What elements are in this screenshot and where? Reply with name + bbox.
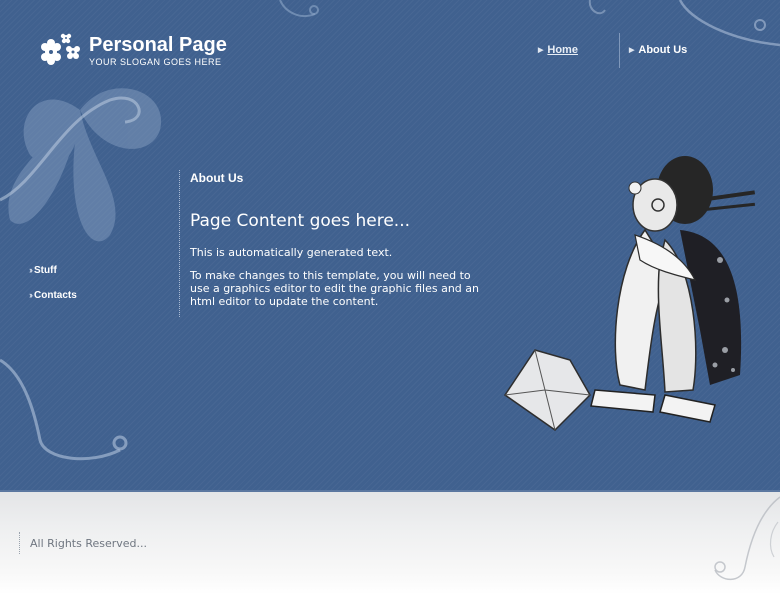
page-title: Page Content goes here... — [190, 211, 411, 231]
swirl-decoration-bottom-left — [0, 358, 128, 461]
nav-home-link[interactable]: ▶ Home — [538, 44, 578, 56]
sidebar-item-stuff[interactable]: ›› Stuff — [29, 265, 57, 276]
site-title: Personal Page — [89, 34, 227, 56]
triangle-right-icon: ▶ — [538, 47, 544, 54]
swirl-decoration-footer — [714, 496, 780, 581]
site-slogan: YOUR SLOGAN GOES HERE — [89, 57, 222, 67]
main-area: Personal Page YOUR SLOGAN GOES HERE ▶ Hom… — [0, 0, 780, 490]
nav-divider — [619, 33, 620, 68]
copyright-text: All Rights Reserved... — [30, 537, 148, 550]
triangle-right-icon: ▶ — [629, 47, 635, 54]
footer: All Rights Reserved... — [0, 490, 780, 593]
section-heading: About Us — [190, 171, 244, 185]
swirl-decoration-top — [279, 0, 319, 18]
sidebar-item-contacts[interactable]: ›› Contacts — [29, 290, 77, 301]
content-divider — [179, 170, 180, 317]
flower-decoration — [0, 88, 162, 242]
flower-icon — [41, 33, 80, 65]
nav-home-label: Home — [547, 44, 578, 56]
content-paragraph: This is automatically generated text. — [190, 246, 393, 259]
content-paragraph: To make changes to this template, you wi… — [190, 269, 479, 308]
sidebar-item-label: Contacts — [34, 290, 77, 301]
double-chevron-icon: ›› — [29, 265, 33, 275]
footer-divider — [19, 532, 20, 554]
geisha-figure-illustration — [503, 156, 756, 431]
nav-about-label: About Us — [638, 44, 688, 56]
nav-about-link[interactable]: ▶ About Us — [629, 44, 687, 56]
double-chevron-icon: ›› — [29, 290, 33, 300]
sidebar-item-label: Stuff — [34, 265, 57, 276]
